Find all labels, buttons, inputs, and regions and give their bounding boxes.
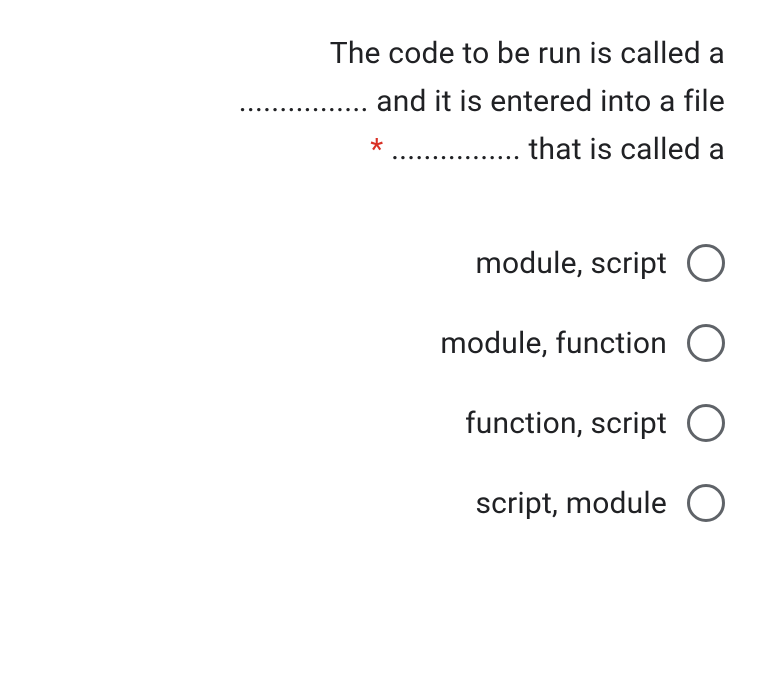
option-row[interactable]: module, function xyxy=(75,324,725,362)
option-row[interactable]: script, module xyxy=(75,484,725,522)
required-asterisk: * xyxy=(370,132,383,167)
option-label: module, function xyxy=(440,326,667,361)
option-label: script, module xyxy=(475,486,667,521)
option-row[interactable]: function, script xyxy=(75,404,725,442)
radio-button[interactable] xyxy=(687,244,725,282)
question-line1: The code to be run is called a xyxy=(330,36,725,71)
question-text: The code to be run is called a .........… xyxy=(75,30,725,174)
option-label: module, script xyxy=(475,246,667,281)
radio-button[interactable] xyxy=(687,404,725,442)
option-label: function, script xyxy=(465,406,667,441)
question-line3: ................ that is called a xyxy=(391,132,725,167)
radio-button[interactable] xyxy=(687,484,725,522)
options-group: module, script module, function function… xyxy=(75,244,725,522)
radio-button[interactable] xyxy=(687,324,725,362)
option-row[interactable]: module, script xyxy=(75,244,725,282)
question-line2: ................ and it is entered into … xyxy=(239,84,725,119)
